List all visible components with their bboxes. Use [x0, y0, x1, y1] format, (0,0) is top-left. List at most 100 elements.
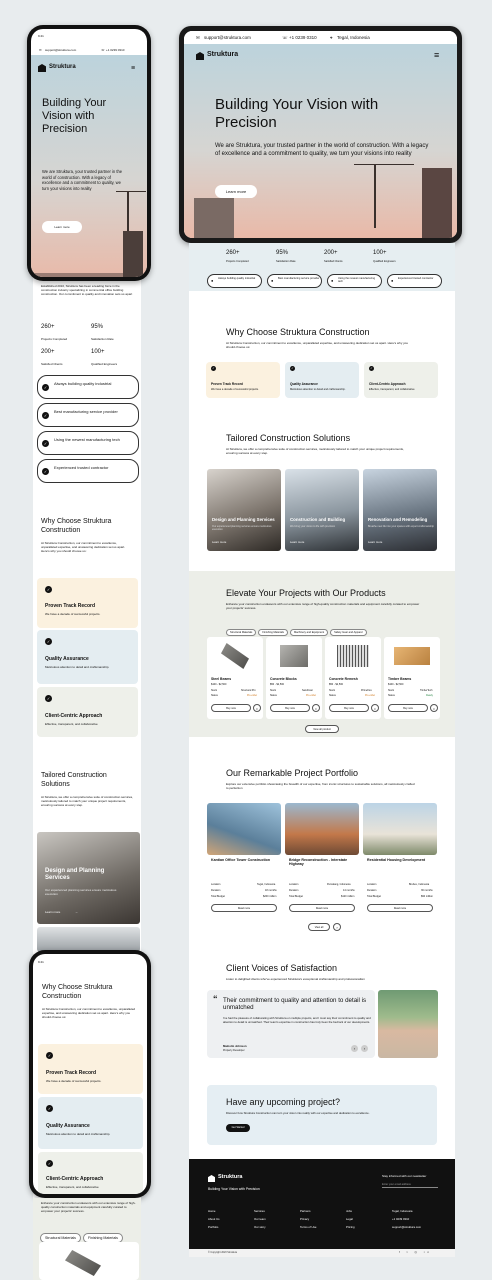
check-icon: ✓ — [211, 366, 216, 371]
cart-icon[interactable]: • — [430, 704, 438, 712]
cart-icon[interactable]: • — [371, 704, 379, 712]
phone-mockup-bottom: 9:41 Why Choose Struktura Construction A… — [29, 950, 151, 1198]
product-image — [221, 643, 249, 669]
check-icon: ✓ — [45, 586, 52, 593]
prev-arrow-icon[interactable]: ‹ — [351, 1045, 358, 1052]
footer-tagline: Building Your Vision with Precision — [208, 1187, 260, 1191]
learn-more-link[interactable]: Learn more — [368, 540, 382, 544]
footer-phone[interactable]: +1 0239 0310 — [392, 1216, 421, 1224]
next-arrow-icon[interactable]: › — [361, 1045, 368, 1052]
stat-value: 260+ — [41, 324, 55, 330]
phone-mockup-top: 9:41 ✉ support@struktura.com ☏ +1 0239 0… — [27, 25, 151, 281]
buy-now-button[interactable]: Buy now — [388, 704, 428, 712]
service-card[interactable]: Renovation and Remodeling Breathe new li… — [363, 469, 437, 551]
newsletter-label: Stay informed with our newsletter — [382, 1174, 427, 1178]
products-text: Enhance your construction endeavors with… — [226, 602, 420, 611]
category-chip[interactable]: Structural Materials — [226, 629, 257, 636]
social-icons[interactable]: f t ◎ in — [399, 1250, 432, 1254]
solutions-text: At Struktura, we offer a comprehensive s… — [41, 795, 133, 808]
check-icon: ✓ — [42, 440, 49, 447]
get-started-button[interactable]: Get Started — [226, 1124, 250, 1132]
footer-location: Tegal, Indonesia — [392, 1209, 413, 1213]
learn-more-button[interactable]: Learn more — [215, 185, 257, 198]
buy-now-button[interactable]: Buy now — [211, 704, 251, 712]
stat-label: Projects Completed — [41, 337, 68, 341]
brand-name[interactable]: Struktura — [49, 64, 76, 70]
about-text: Established 2010, Struktura has been a l… — [41, 284, 133, 297]
topbar-phone[interactable]: +1 0239 0310 — [289, 35, 317, 41]
project-image — [285, 803, 359, 855]
footer-link[interactable]: Partners — [300, 1208, 316, 1216]
footer-link[interactable]: Legal — [346, 1216, 355, 1224]
footer-link[interactable]: Portfolio — [208, 1224, 220, 1232]
service-card[interactable] — [37, 927, 140, 952]
phone-icon: ☏ — [101, 48, 105, 52]
category-chip[interactable]: Machinery and Equipment — [289, 629, 329, 636]
check-icon: ✓ — [46, 1105, 53, 1112]
client-photo — [378, 990, 438, 1058]
footer-link[interactable]: Pricing — [346, 1224, 355, 1232]
footer-link[interactable]: Services — [254, 1208, 266, 1216]
topbar-email[interactable]: support@struktura.com — [204, 35, 251, 41]
footer-link[interactable]: Our story — [254, 1224, 266, 1232]
topbar-phone[interactable]: +1 0239 0310 — [106, 48, 124, 52]
buy-now-button[interactable]: Buy now — [329, 704, 369, 712]
desktop-page: 260+ Projects Completed 95% Satisfaction… — [189, 243, 455, 1255]
solutions-title: Tailored Construction Solutions — [226, 433, 351, 443]
cta-title: Have any upcoming project? — [226, 1097, 341, 1107]
learn-more-link[interactable]: Learn more — [45, 910, 60, 914]
quote-icon: “ — [213, 994, 218, 1004]
learn-more-button[interactable]: Learn more — [42, 221, 82, 233]
building-image — [123, 231, 143, 277]
footer-link[interactable]: Our team — [254, 1216, 266, 1224]
footer-link[interactable]: Privacy — [300, 1216, 316, 1224]
view-all-projects-button[interactable]: View all — [308, 923, 330, 931]
category-chip[interactable]: Safety Gear and Apparel — [330, 629, 367, 636]
location-icon: ⌖ — [330, 35, 333, 40]
footer-link[interactable]: Home — [208, 1208, 220, 1216]
newsletter-input[interactable]: Enter your email address — [382, 1183, 438, 1188]
buy-now-button[interactable]: Buy now — [270, 704, 310, 712]
hero-section: Struktura ≡ Building Your Vision with Pr… — [184, 44, 457, 238]
feature-pill: ✓ Using the newest manufacturing tech — [37, 431, 139, 455]
brand-name[interactable]: Struktura — [207, 51, 238, 58]
service-card[interactable]: Construction and Building We bring your … — [285, 469, 359, 551]
check-icon: ● — [391, 278, 394, 283]
footer: Struktura Building Your Vision with Prec… — [189, 1159, 455, 1249]
service-card[interactable]: Design and Planning Services Our experie… — [37, 832, 140, 924]
service-card[interactable]: Design and Planning Services Our experie… — [207, 469, 281, 551]
check-icon: ✓ — [42, 384, 49, 391]
mail-icon: ✉ — [39, 48, 42, 52]
feature-pill: ● Using the newest manufacturing tech — [327, 274, 382, 288]
read-more-button[interactable]: Read more — [211, 904, 277, 912]
footer-link[interactable]: About Us — [208, 1216, 220, 1224]
products-title: Elevate Your Projects with Our Products — [226, 588, 386, 598]
footer-link[interactable]: Jobs — [346, 1208, 355, 1216]
testimonial-body: I've had the pleasure of collaborating w… — [223, 1016, 371, 1024]
menu-icon[interactable]: ≡ — [434, 50, 439, 60]
learn-more-link[interactable]: Learn more — [290, 540, 304, 544]
why-card: ✓ Proven Track Record We have a decade o… — [37, 578, 138, 628]
category-chip[interactable]: Finishing Materials — [258, 629, 288, 636]
crane-image — [374, 164, 376, 228]
footer-brand[interactable]: Struktura — [218, 1174, 242, 1180]
view-all-products-button[interactable]: View all product — [305, 725, 339, 733]
read-more-button[interactable]: Read more — [289, 904, 355, 912]
topbar-email[interactable]: support@struktura.com — [45, 48, 76, 52]
feature-pill: ✓ Best manufacturing service provider — [37, 403, 139, 427]
stats-section: 260+ Projects Completed 95% Satisfaction… — [189, 243, 455, 291]
menu-icon[interactable]: ≡ — [131, 65, 135, 72]
read-more-button[interactable]: Read more — [367, 904, 433, 912]
check-icon: ✓ — [46, 1052, 53, 1059]
feature-pill: ✓ Experienced trusted contractor — [37, 459, 139, 483]
footer-email[interactable]: support@struktura.com — [392, 1224, 421, 1232]
footer-link[interactable]: Terms of Use — [300, 1224, 316, 1232]
why-card: ✓ Proven Track Record We have a decade o… — [206, 362, 280, 398]
arrow-right-icon[interactable]: › — [333, 923, 341, 931]
cart-icon[interactable]: • — [312, 704, 320, 712]
learn-more-link[interactable]: Learn more — [212, 540, 226, 544]
check-icon: ● — [211, 278, 214, 283]
testimonials-title: Client Voices of Satisfaction — [226, 963, 338, 973]
cart-icon[interactable]: • — [253, 704, 261, 712]
logo-icon — [38, 64, 46, 72]
